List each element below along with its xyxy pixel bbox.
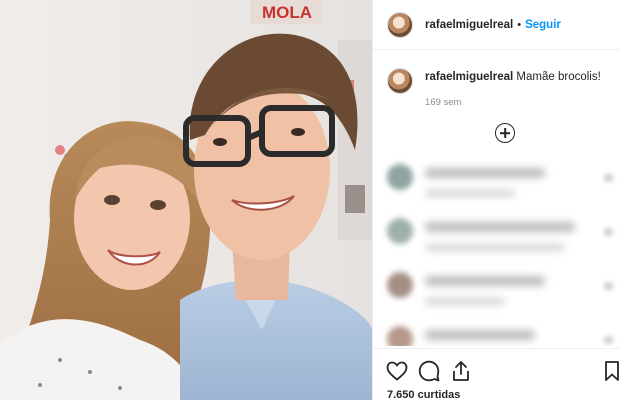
comment-item[interactable] bbox=[373, 264, 620, 318]
comment-meta-blurred bbox=[425, 244, 565, 251]
post-header: rafaelmiguelreal • Seguir bbox=[373, 0, 620, 50]
post-photo[interactable]: MOLA bbox=[0, 0, 372, 400]
author-avatar[interactable] bbox=[387, 11, 413, 38]
post-side-panel: rafaelmiguelreal • Seguir rafaelmiguelre… bbox=[372, 0, 620, 400]
caption-body: rafaelmiguelreal Mamãe brocolis! 169 sem bbox=[425, 70, 601, 110]
caption-avatar[interactable] bbox=[387, 68, 413, 94]
like-count[interactable]: 7.650 curtidas bbox=[387, 389, 460, 400]
share-icon[interactable] bbox=[449, 359, 473, 383]
comment-heart-icon[interactable] bbox=[604, 228, 613, 236]
comment-avatar[interactable] bbox=[387, 218, 413, 244]
follow-button[interactable]: Seguir bbox=[525, 19, 561, 31]
comment-avatar[interactable] bbox=[387, 272, 413, 298]
comment-avatar[interactable] bbox=[387, 326, 413, 346]
comment-text-blurred bbox=[425, 222, 575, 232]
action-bar: 7.650 curtidas bbox=[373, 348, 620, 400]
plus-circle-icon[interactable] bbox=[495, 123, 515, 143]
heart-icon[interactable] bbox=[385, 359, 409, 383]
comment-heart-icon[interactable] bbox=[604, 174, 613, 182]
comment-text-blurred bbox=[425, 168, 545, 178]
bookmark-icon[interactable] bbox=[603, 359, 620, 383]
post-caption: rafaelmiguelreal Mamãe brocolis! 169 sem bbox=[373, 50, 620, 110]
photo-illustration: MOLA bbox=[0, 0, 372, 400]
comment-item[interactable] bbox=[373, 210, 620, 264]
caption-timestamp[interactable]: 169 sem bbox=[425, 95, 601, 110]
comment-icon[interactable] bbox=[417, 359, 441, 383]
comment-heart-icon[interactable] bbox=[604, 282, 613, 290]
comment-avatar[interactable] bbox=[387, 164, 413, 190]
caption-text: Mamãe brocolis! bbox=[516, 71, 601, 83]
comment-meta-blurred bbox=[425, 298, 505, 305]
comment-text-blurred bbox=[425, 330, 535, 340]
comment-item[interactable] bbox=[373, 318, 620, 346]
comment-heart-icon[interactable] bbox=[604, 336, 613, 344]
comments-list[interactable] bbox=[373, 156, 620, 346]
header-separator: • bbox=[517, 18, 522, 31]
comment-meta-blurred bbox=[425, 190, 515, 197]
poster-text: MOLA bbox=[262, 3, 312, 22]
author-username[interactable]: rafaelmiguelreal bbox=[425, 19, 513, 31]
comment-item[interactable] bbox=[373, 156, 620, 210]
caption-username[interactable]: rafaelmiguelreal bbox=[425, 71, 513, 83]
comment-text-blurred bbox=[425, 276, 545, 286]
